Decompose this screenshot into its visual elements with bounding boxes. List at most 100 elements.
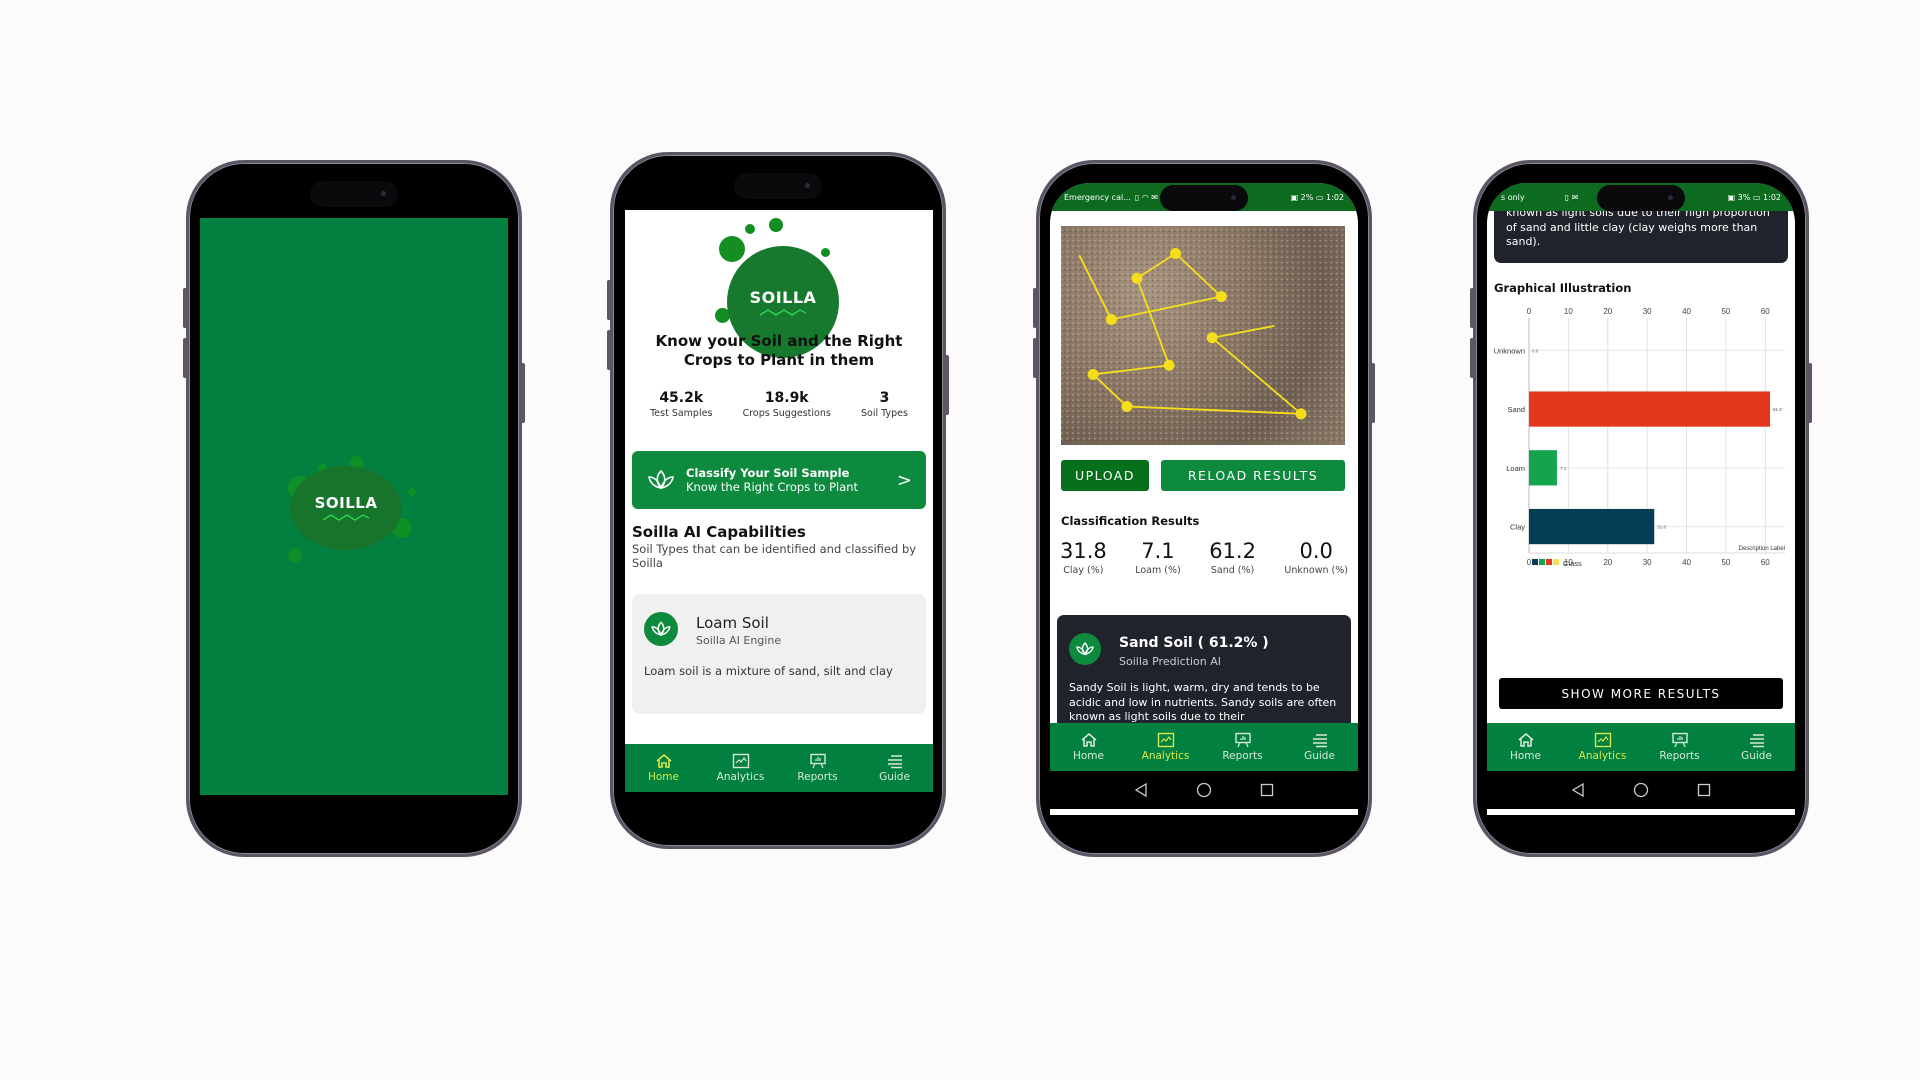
app-logo: SOILLA bbox=[288, 456, 416, 566]
recents-icon[interactable] bbox=[1697, 783, 1711, 797]
y-category-label: Unknown bbox=[1494, 346, 1525, 355]
status-time: 1:02 bbox=[1763, 192, 1781, 202]
x-tick-label-top: 0 bbox=[1527, 307, 1532, 316]
reports-icon bbox=[1671, 732, 1688, 748]
analytics-screen: Emergency cal... ▯ ◠ ✉ ▣ 2% ▭ 1:02 UPLOA… bbox=[1050, 183, 1358, 815]
home-circle-icon[interactable] bbox=[1633, 782, 1649, 798]
bottom-tab-bar: Home Analytics Reports Guide bbox=[1050, 723, 1358, 771]
legend-swatch bbox=[1546, 559, 1552, 565]
status-carrier: Emergency cal... bbox=[1064, 192, 1131, 202]
bottom-tab-bar: Home Analytics Reports Guide bbox=[625, 744, 933, 792]
x-tick-label-top: 20 bbox=[1603, 307, 1612, 316]
y-category-label: Loam bbox=[1506, 464, 1525, 473]
analytics-icon bbox=[1157, 732, 1174, 748]
bottom-tab-bar: Home Analytics Reports Guide bbox=[1487, 723, 1795, 771]
bar-loam bbox=[1529, 450, 1557, 486]
tab-guide[interactable]: Guide bbox=[1281, 723, 1358, 771]
home-icon bbox=[655, 753, 672, 768]
zigzag-icon bbox=[322, 514, 370, 521]
x-tick-label-bottom: 60 bbox=[1761, 558, 1770, 567]
dynamic-island bbox=[734, 173, 822, 199]
side-button bbox=[183, 338, 187, 378]
stats-row: 45.2k Test Samples 18.9k Crops Suggestions… bbox=[635, 390, 923, 419]
android-nav-bar bbox=[1487, 771, 1795, 809]
side-button bbox=[1808, 363, 1812, 423]
guide-icon bbox=[1749, 734, 1764, 748]
legend-title: Class bbox=[1563, 559, 1582, 568]
x-tick-label-top: 40 bbox=[1682, 307, 1691, 316]
status-right: ▣ 3% ▭ 1:02 bbox=[1727, 192, 1781, 202]
app-logo: SOILLA bbox=[713, 216, 843, 358]
back-icon[interactable] bbox=[1134, 783, 1148, 797]
cta-title: Classify Your Soil Sample bbox=[686, 466, 850, 480]
x-tick-label-top: 30 bbox=[1643, 307, 1652, 316]
graph-title: Graphical Illustration bbox=[1494, 281, 1632, 295]
soil-type-card[interactable]: Loam Soil Soilla AI Engine Loam soil is … bbox=[632, 594, 926, 714]
soil-card-title: Loam Soil bbox=[696, 614, 769, 632]
soil-card-body: Loam soil is a mixture of sand, silt and… bbox=[644, 664, 893, 678]
legend-swatch bbox=[1532, 559, 1538, 565]
side-button bbox=[1033, 338, 1037, 378]
y-category-label: Sand bbox=[1507, 405, 1525, 414]
android-nav-bar bbox=[1050, 771, 1358, 809]
analytics-icon bbox=[732, 753, 749, 769]
prediction-card: Sand Soil ( 61.2% ) Soilla Prediction AI… bbox=[1057, 615, 1351, 735]
side-button bbox=[607, 280, 611, 320]
x-tick-label-bottom: 30 bbox=[1643, 558, 1652, 567]
back-icon[interactable] bbox=[1571, 783, 1585, 797]
side-button bbox=[1470, 288, 1474, 328]
sim-icon: ▯ ✉ bbox=[1564, 192, 1579, 202]
chevron-right-icon: > bbox=[896, 469, 912, 491]
result-clay: 31.8 Clay (%) bbox=[1060, 539, 1107, 576]
reload-results-button[interactable]: RELOAD RESULTS bbox=[1161, 460, 1345, 491]
result-loam: 7.1 Loam (%) bbox=[1135, 539, 1181, 576]
logo-wordmark: SOILLA bbox=[314, 494, 378, 512]
stat-soil-types: 3 Soil Types bbox=[860, 390, 908, 419]
result-sand: 61.2 Sand (%) bbox=[1209, 539, 1256, 576]
x-tick-label-top: 50 bbox=[1721, 307, 1730, 316]
tab-analytics[interactable]: Analytics bbox=[702, 744, 779, 792]
tab-home[interactable]: Home bbox=[1487, 723, 1564, 771]
bar-sand bbox=[1529, 391, 1771, 427]
recents-icon[interactable] bbox=[1260, 783, 1274, 797]
tab-reports[interactable]: Reports bbox=[1204, 723, 1281, 771]
soil-sample-image bbox=[1061, 226, 1345, 445]
analytics-icon bbox=[1594, 732, 1611, 748]
zigzag-icon bbox=[759, 308, 807, 316]
dynamic-island bbox=[1160, 185, 1248, 211]
side-button bbox=[607, 330, 611, 370]
show-more-results-button[interactable]: SHOW MORE RESULTS bbox=[1499, 678, 1783, 709]
upload-button[interactable]: UPLOAD bbox=[1061, 460, 1149, 491]
status-time: 1:02 bbox=[1326, 192, 1344, 202]
side-button bbox=[1371, 363, 1375, 423]
cta-subtitle: Know the Right Crops to Plant bbox=[686, 480, 859, 494]
prediction-title: Sand Soil ( 61.2% ) bbox=[1119, 635, 1269, 651]
bar-value-label: 61.2 bbox=[1773, 407, 1782, 412]
stat-test-samples: 45.2k Test Samples bbox=[650, 390, 713, 419]
tab-analytics[interactable]: Analytics bbox=[1127, 723, 1204, 771]
home-circle-icon[interactable] bbox=[1196, 782, 1212, 798]
classification-results-title: Classification Results bbox=[1061, 514, 1200, 528]
lotus-leaf-icon bbox=[1076, 642, 1094, 656]
tab-analytics[interactable]: Analytics bbox=[1564, 723, 1641, 771]
x-axis-title: Description Label bbox=[1739, 546, 1785, 552]
legend-swatch bbox=[1553, 559, 1559, 565]
capabilities-subtitle: Soil Types that can be identified and cl… bbox=[632, 542, 917, 570]
tab-guide[interactable]: Guide bbox=[1718, 723, 1795, 771]
tab-home[interactable]: Home bbox=[1050, 723, 1127, 771]
phone-analytics: Emergency cal... ▯ ◠ ✉ ▣ 2% ▭ 1:02 UPLOA… bbox=[1033, 160, 1375, 857]
x-tick-label-bottom: 50 bbox=[1721, 558, 1730, 567]
tab-home[interactable]: Home bbox=[625, 744, 702, 792]
tab-reports[interactable]: Reports bbox=[779, 744, 856, 792]
lotus-leaf-icon bbox=[651, 621, 671, 636]
tab-reports[interactable]: Reports bbox=[1641, 723, 1718, 771]
soil-overlay-graph bbox=[1061, 227, 1345, 444]
phone-home: SOILLA Know your Soil and the Right Crop… bbox=[607, 152, 949, 849]
tab-guide[interactable]: Guide bbox=[856, 744, 933, 792]
x-tick-label-top: 60 bbox=[1761, 307, 1770, 316]
guide-icon bbox=[1312, 734, 1327, 748]
side-button bbox=[183, 288, 187, 328]
legend-swatch bbox=[1539, 559, 1545, 565]
classify-soil-button[interactable]: Classify Your Soil Sample Know the Right… bbox=[632, 451, 926, 509]
status-carrier: s only bbox=[1501, 192, 1525, 202]
